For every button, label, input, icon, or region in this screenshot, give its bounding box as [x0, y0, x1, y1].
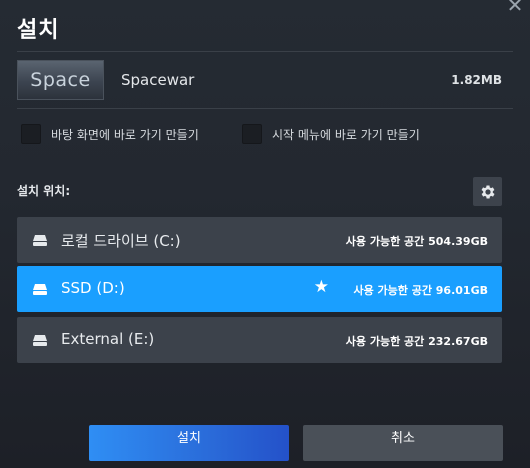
drive-option-e[interactable]: External (E:) 사용 가능한 공간 232.67GB	[17, 317, 502, 363]
start-menu-shortcut-checkbox[interactable]	[242, 124, 262, 144]
drive-free-space: 사용 가능한 공간 504.39GB	[345, 235, 488, 248]
desktop-shortcut-label: 바탕 화면에 바로 가기 만들기	[51, 127, 199, 142]
drive-free-space: 사용 가능한 공간 96.01GB	[353, 284, 488, 297]
cancel-button[interactable]: 취소	[303, 425, 503, 461]
hard-drive-icon	[33, 284, 47, 295]
close-icon[interactable]: ✕	[504, 0, 526, 16]
game-thumbnail: Space	[17, 60, 104, 100]
start-menu-shortcut-label: 시작 메뉴에 바로 가기 만들기	[272, 127, 420, 142]
dialog-title: 설치	[17, 18, 60, 43]
desktop-shortcut-checkbox[interactable]	[21, 124, 41, 144]
divider-top	[17, 51, 513, 52]
hard-drive-icon	[33, 235, 47, 246]
divider-middle	[17, 108, 513, 109]
storage-settings-button[interactable]	[473, 177, 502, 206]
game-name: Spacewar	[121, 71, 195, 89]
gear-icon	[481, 184, 495, 199]
install-location-label: 설치 위치:	[17, 184, 71, 198]
install-button[interactable]: 설치	[89, 425, 289, 461]
game-size: 1.82MB	[451, 73, 502, 87]
desktop-shortcut-option[interactable]: 바탕 화면에 바로 가기 만들기	[21, 124, 199, 144]
drive-name: SSD (D:)	[61, 279, 125, 297]
start-menu-shortcut-option[interactable]: 시작 메뉴에 바로 가기 만들기	[242, 124, 420, 144]
star-icon: ★	[313, 277, 329, 297]
game-info: Space Spacewar 1.82MB	[17, 60, 502, 100]
install-dialog: ✕ 설치 Space Spacewar 1.82MB 바탕 화면에 바로 가기 …	[0, 0, 530, 468]
drive-option-c[interactable]: 로컬 드라이브 (C:) 사용 가능한 공간 504.39GB	[17, 217, 502, 263]
drive-name: 로컬 드라이브 (C:)	[61, 232, 181, 250]
hard-drive-icon	[33, 335, 47, 346]
drive-name: External (E:)	[61, 330, 155, 348]
drive-option-d[interactable]: SSD (D:) ★ 사용 가능한 공간 96.01GB	[17, 266, 502, 312]
drive-free-space: 사용 가능한 공간 232.67GB	[345, 335, 488, 348]
